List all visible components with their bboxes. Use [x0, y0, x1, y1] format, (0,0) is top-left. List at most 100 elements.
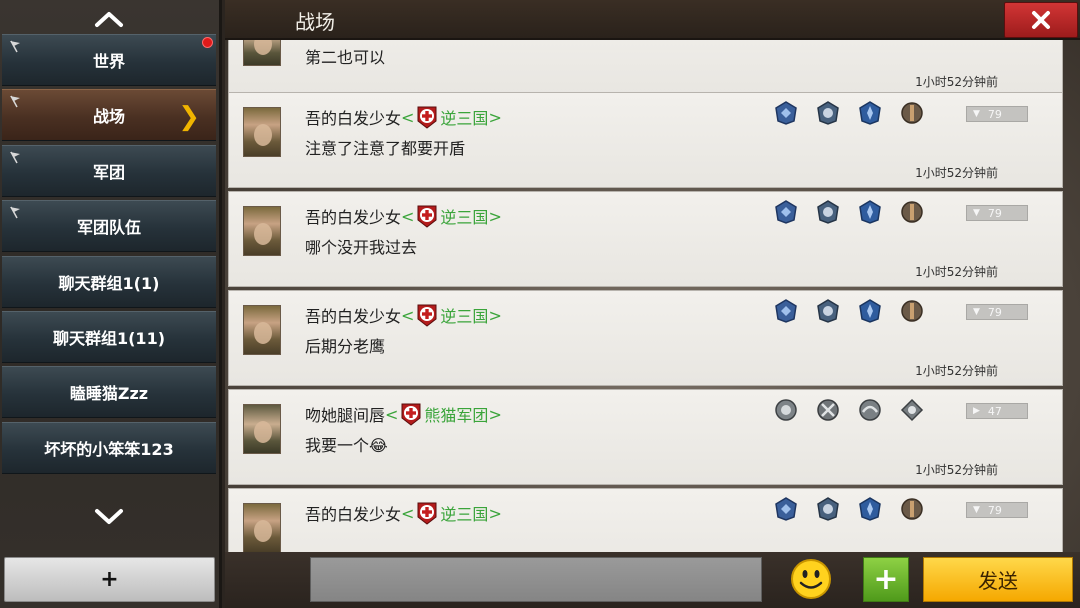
scroll-down-button[interactable] [0, 500, 218, 534]
page-title: 战场 [295, 10, 335, 34]
notification-dot-icon [202, 37, 213, 48]
medal-row [774, 200, 924, 224]
guild-bracket-close: > [488, 107, 502, 127]
chevron-down-icon [95, 509, 123, 524]
message-sender[interactable]: 吾的白发少女 < 逆三国 > [305, 204, 502, 228]
chat-message[interactable]: 吾的白发少女 < 逆三国 > 后期分老鹰 ▼ 79 1小时52分钟前 [228, 290, 1063, 386]
guild-name[interactable]: 熊猫军团 [424, 402, 488, 426]
active-chevron-icon: ❯ [178, 102, 200, 133]
message-sender[interactable]: 吾的白发少女 < 逆三国 > [305, 105, 502, 129]
sender-name: 吾的白发少女 [305, 208, 402, 227]
medal-icon [817, 299, 839, 323]
rank-chevron-icon: ▼ [973, 109, 980, 119]
chat-message[interactable]: 吻她腿间唇<熊猫军团>第二也可以1小时52分钟前 [228, 40, 1063, 97]
medal-row [774, 497, 924, 521]
chat-message[interactable]: 吻她腿间唇 < 熊猫军团 > 我要一个😂 ▶ 47 1小时52分钟前 [228, 389, 1063, 485]
medic-cross-badge-icon [417, 502, 437, 525]
rank-chevron-icon: ▼ [973, 208, 980, 218]
guild-bracket-close: > [488, 503, 502, 523]
tab-label: 聊天群组1(11) [52, 328, 166, 348]
tab-label: 军团队伍 [76, 218, 141, 238]
avatar[interactable] [243, 503, 281, 552]
message-input[interactable] [310, 557, 762, 602]
chat-message[interactable]: 吾的白发少女 < 逆三国 > ▼ 79 [228, 488, 1063, 552]
medal-row [774, 398, 924, 422]
medal-icon [817, 200, 839, 224]
chat-message[interactable]: 吾的白发少女 < 逆三国 > 注意了注意了都要开盾 ▼ 79 1小时52分钟前 [228, 92, 1063, 188]
message-list[interactable]: 吻她腿间唇<熊猫军团>第二也可以1小时52分钟前吾的白发少女<逆三国>注意了注意… [225, 40, 1080, 552]
rank-chevron-icon: ▶ [973, 406, 980, 416]
medal-icon [775, 101, 797, 125]
tab-channel[interactable]: 坏坏的小笨笨123 [2, 421, 216, 474]
rank-chevron-icon: ▼ [973, 505, 980, 515]
guild-name[interactable]: 逆三国 [440, 501, 488, 525]
message-timestamp: 1小时52分钟前 [915, 166, 998, 180]
tab-channel[interactable]: 世界 [2, 34, 216, 86]
message-timestamp: 1小时52分钟前 [915, 364, 998, 378]
level-value: 79 [987, 305, 1002, 319]
sender-name: 吾的白发少女 [305, 109, 402, 128]
tab-label: 聊天群组1(1) [58, 273, 160, 293]
avatar[interactable] [243, 107, 281, 157]
medic-cross-badge-icon [417, 304, 437, 327]
medal-icon [859, 200, 881, 224]
guild-bracket-close: > [488, 305, 502, 325]
message-timestamp: 1小时52分钟前 [915, 265, 998, 279]
smiley-icon [791, 559, 831, 599]
level-value: 79 [987, 107, 1002, 121]
avatar[interactable] [243, 404, 281, 454]
tab-channel[interactable]: 战场 ❯ [2, 89, 216, 142]
level-badge: ▼ 79 [966, 502, 1028, 518]
medal-icon [859, 497, 881, 521]
message-timestamp: 1小时52分钟前 [915, 75, 998, 89]
pin-flag-icon [10, 40, 20, 53]
medal-icon [775, 200, 797, 224]
guild-name[interactable]: 逆三国 [440, 303, 488, 327]
chat-channel-sidebar: 世界战场 ❯ 军团军团队伍聊天群组1(1) 聊天群组1(11) 瞌睡猫Zzz 坏坏的小笨笨… [0, 0, 222, 608]
message-text: 后期分老鹰 [305, 337, 386, 356]
level-badge: ▼ 79 [966, 304, 1028, 320]
level-value: 79 [987, 206, 1002, 220]
close-button[interactable] [1004, 2, 1078, 38]
tab-channel[interactable]: 聊天群组1(1) [2, 255, 216, 308]
medal-icon [901, 300, 923, 322]
pin-flag-icon [10, 151, 20, 164]
scroll-up-button[interactable] [0, 2, 218, 36]
medal-row [774, 101, 924, 125]
level-badge: ▼ 79 [966, 205, 1028, 221]
tab-channel[interactable]: 瞌睡猫Zzz [2, 366, 216, 419]
guild-name[interactable]: 逆三国 [440, 105, 488, 129]
add-group-button[interactable]: + [4, 557, 215, 602]
message-text: 第二也可以 [305, 48, 386, 67]
emoji-button[interactable] [790, 558, 832, 600]
avatar[interactable] [243, 40, 281, 66]
medal-icon [817, 497, 839, 521]
message-sender[interactable]: 吾的白发少女 < 逆三国 > [305, 303, 502, 327]
level-value: 47 [987, 404, 1002, 418]
chat-message[interactable]: 吾的白发少女 < 逆三国 > 哪个没开我过去 ▼ 79 1小时52分钟前 [228, 191, 1063, 287]
tab-channel[interactable]: 军团队伍 [2, 200, 216, 253]
avatar[interactable] [243, 305, 281, 355]
medic-cross-badge-icon [417, 106, 437, 129]
guild-name[interactable]: 逆三国 [440, 204, 488, 228]
message-sender[interactable]: 吾的白发少女 < 逆三国 > [305, 501, 502, 525]
send-button[interactable]: 发送 [923, 557, 1073, 602]
message-text: 我要一个😂 [305, 436, 388, 455]
tab-channel[interactable]: 军团 [2, 144, 216, 197]
medal-icon [817, 101, 839, 125]
guild-bracket-open: < [401, 503, 415, 523]
medic-cross-badge-icon [417, 205, 437, 228]
guild-bracket-open: < [401, 305, 415, 325]
level-value: 79 [987, 503, 1002, 517]
tab-label: 世界 [92, 52, 125, 71]
tab-channel[interactable]: 聊天群组1(11) [2, 310, 216, 363]
medal-icon [901, 201, 923, 223]
message-sender[interactable]: 吻她腿间唇 < 熊猫军团 > [305, 402, 502, 426]
avatar[interactable] [243, 206, 281, 256]
attach-plus-button[interactable]: + [863, 557, 909, 602]
chevron-up-icon [95, 12, 123, 27]
pin-flag-icon [10, 206, 20, 219]
message-text: 哪个没开我过去 [305, 238, 418, 257]
tab-label: 坏坏的小笨笨123 [44, 439, 174, 459]
medal-icon [859, 101, 881, 125]
